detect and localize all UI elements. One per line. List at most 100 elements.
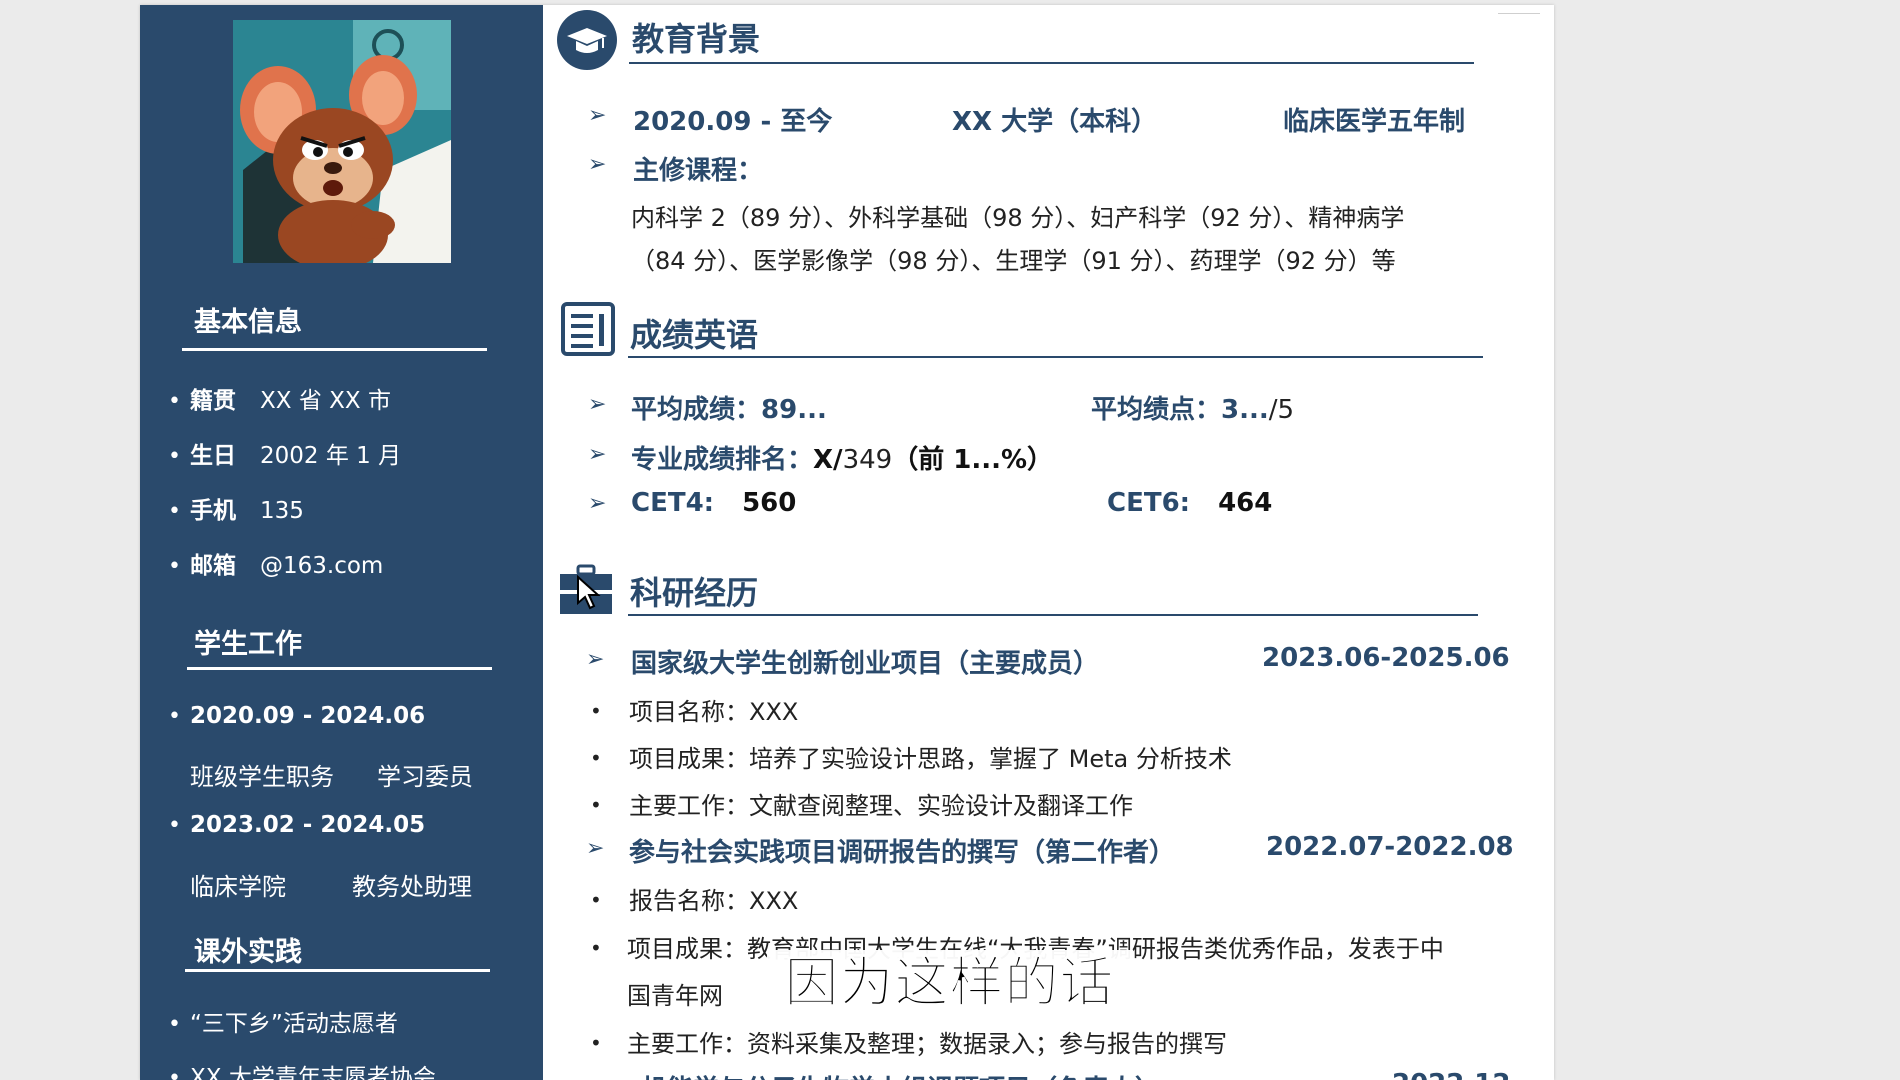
work-org-1: 班级学生职务 — [190, 763, 334, 791]
gpa-value: 3... — [1221, 395, 1269, 425]
bullet-dot: • — [168, 1012, 181, 1037]
bullet-dot: • — [168, 1066, 181, 1080]
bullet-dot: • — [590, 699, 602, 723]
work-period: 2020.09 - 2024.06 — [190, 703, 426, 729]
info-key: 手机 — [190, 498, 236, 524]
rank-x: X/ — [813, 445, 843, 475]
arrow-bullet-icon: ➢ — [588, 152, 607, 177]
work-role-2: 教务处助理 — [352, 873, 472, 901]
arrow-bullet-icon: ➢ — [588, 442, 607, 467]
arrow-bullet-icon: ➢ — [586, 1073, 604, 1080]
basic-info-heading: 基本信息 — [194, 307, 302, 338]
arrow-bullet-icon: ➢ — [588, 103, 607, 128]
rank-pct: （前 1...%） — [892, 445, 1054, 475]
info-value: @163.com — [260, 553, 384, 579]
rank-total: 349 — [842, 445, 893, 475]
resume-main: 教育背景 ➢ 2020.09 - 至今 XX 大学（本科） 临床医学五年制 ➢ … — [543, 5, 1554, 1080]
resume-sidebar: 基本信息 • 籍贯 XX 省 XX 市 • 生日 2002 年 1 月 • 手机 135 •… — [140, 5, 543, 1080]
project-1-period: 2023.06-2025.06 — [1262, 643, 1510, 673]
arrow-bullet-icon: ➢ — [588, 491, 607, 516]
project-2-bullet-1: 报告名称：XXX — [629, 887, 799, 915]
info-key: 籍贯 — [190, 388, 236, 414]
project-1-bullet-3: 主要工作：文献查阅整理、实验设计及翻译工作 — [629, 792, 1133, 820]
project-2-name: 参与社会实践项目调研报告的撰写（第二作者） — [629, 838, 1176, 868]
arrow-bullet-icon: ➢ — [586, 647, 605, 672]
cet6-label: CET6: — [1107, 488, 1191, 518]
student-work-heading: 学生工作 — [194, 629, 302, 660]
cartoon-mouse-image — [233, 20, 451, 263]
extracurricular-item-2: • XX 大学青年志愿者协会 — [168, 1058, 436, 1080]
cet4-label: CET4: — [631, 488, 715, 518]
project-1-bullet-1: 项目名称：XXX — [629, 698, 799, 726]
avg-score-value: 89... — [761, 395, 827, 425]
video-subtitle: 因为这样的话 — [767, 950, 1132, 1016]
arrow-bullet-icon: ➢ — [586, 836, 605, 861]
gpa-label: 平均绩点： — [1091, 395, 1222, 425]
courses-line-2: （84 分）、医学影像学（98 分）、生理学（91 分）、药理学（92 分）等 — [631, 247, 1396, 275]
cet4-value: 560 — [742, 488, 797, 518]
project-1-bullet-2: 项目成果：培养了实验设计思路，掌握了 Meta 分析技术 — [629, 745, 1232, 773]
info-item-birthday: • 生日 2002 年 1 月 — [168, 436, 401, 470]
bullet-dot: • — [168, 444, 181, 469]
bullet-dot: • — [168, 554, 181, 579]
student-work-period-1: • 2020.09 - 2024.06 — [168, 703, 425, 729]
extracurricular-text: XX 大学青年志愿者协会 — [190, 1065, 436, 1080]
work-role-1: 学习委员 — [377, 763, 473, 791]
project-2-bullet-2-cont: 国青年网 — [627, 982, 723, 1010]
cet6: CET6: 464 — [1107, 488, 1272, 518]
info-key: 生日 — [190, 443, 236, 469]
bullet-dot: • — [168, 704, 181, 729]
info-value: 135 — [260, 498, 304, 524]
info-item-email: • 邮箱 @163.com — [168, 546, 383, 580]
project-1-name: 国家级大学生创新创业项目（主要成员） — [631, 649, 1100, 679]
info-item-hometown: • 籍贯 XX 省 XX 市 — [168, 381, 391, 415]
grades-title: 成绩英语 — [630, 316, 759, 354]
bullet-dot: • — [590, 936, 602, 960]
education-school: XX 大学（本科） — [952, 107, 1158, 137]
avg-score-label: 平均成绩： — [631, 395, 762, 425]
grades-rule — [628, 356, 1483, 358]
subtitle-text: 因为这样的话 — [784, 951, 1115, 1015]
bullet-dot: • — [168, 499, 181, 524]
research-rule — [628, 614, 1478, 616]
extracurricular-rule — [185, 969, 490, 972]
extracurricular-item-1: • “三下乡”活动志愿者 — [168, 1004, 398, 1038]
bullet-dot: • — [590, 888, 602, 912]
extracurricular-text: “三下乡”活动志愿者 — [190, 1011, 398, 1037]
gpa: 平均绩点：3.../5 — [1091, 389, 1294, 426]
education-rule — [629, 62, 1474, 64]
bullet-dot: • — [590, 793, 602, 817]
rank-label: 专业成绩排名： — [631, 445, 814, 475]
work-org-2: 临床学院 — [190, 873, 286, 901]
education-title: 教育背景 — [632, 20, 761, 58]
bullet-dot: • — [168, 813, 181, 838]
research-title: 科研经历 — [630, 574, 759, 612]
profile-photo — [233, 20, 451, 263]
bullet-dot: • — [168, 389, 181, 414]
project-3-name: 机能学与分子生物学小组课题项目（负责人） — [641, 1069, 1161, 1080]
gpa-suffix: /5 — [1268, 395, 1295, 425]
bullet-dot: • — [590, 1031, 602, 1055]
major-rank: 专业成绩排名：X/349（前 1...%） — [631, 439, 1053, 476]
education-period: 2020.09 - 至今 — [633, 107, 833, 137]
graduation-cap-icon — [557, 10, 617, 70]
work-period: 2023.02 - 2024.05 — [190, 812, 426, 838]
basic-info-rule — [182, 348, 487, 351]
project-2-period: 2022.07-2022.08 — [1266, 832, 1514, 862]
courses-label: 主修课程： — [633, 156, 764, 186]
cet4: CET4: 560 — [631, 488, 796, 518]
bullet-dot: • — [590, 746, 602, 770]
education-major: 临床医学五年制 — [1283, 107, 1466, 137]
arrow-bullet-icon: ➢ — [588, 392, 607, 417]
project-3-period: 2022.12 — [1392, 1069, 1510, 1080]
cursor-arrow-icon — [577, 575, 601, 610]
info-key: 邮箱 — [190, 553, 236, 579]
student-work-rule — [187, 667, 492, 670]
report-list-icon — [561, 302, 615, 356]
cet6-value: 464 — [1218, 488, 1273, 518]
avg-score: 平均成绩：89... — [631, 389, 827, 426]
info-value: 2002 年 1 月 — [260, 443, 402, 469]
info-item-phone: • 手机 135 — [168, 491, 304, 525]
info-value: XX 省 XX 市 — [260, 388, 391, 414]
project-2-bullet-3: 主要工作：资料采集及整理；数据录入；参与报告的撰写 — [627, 1030, 1227, 1058]
